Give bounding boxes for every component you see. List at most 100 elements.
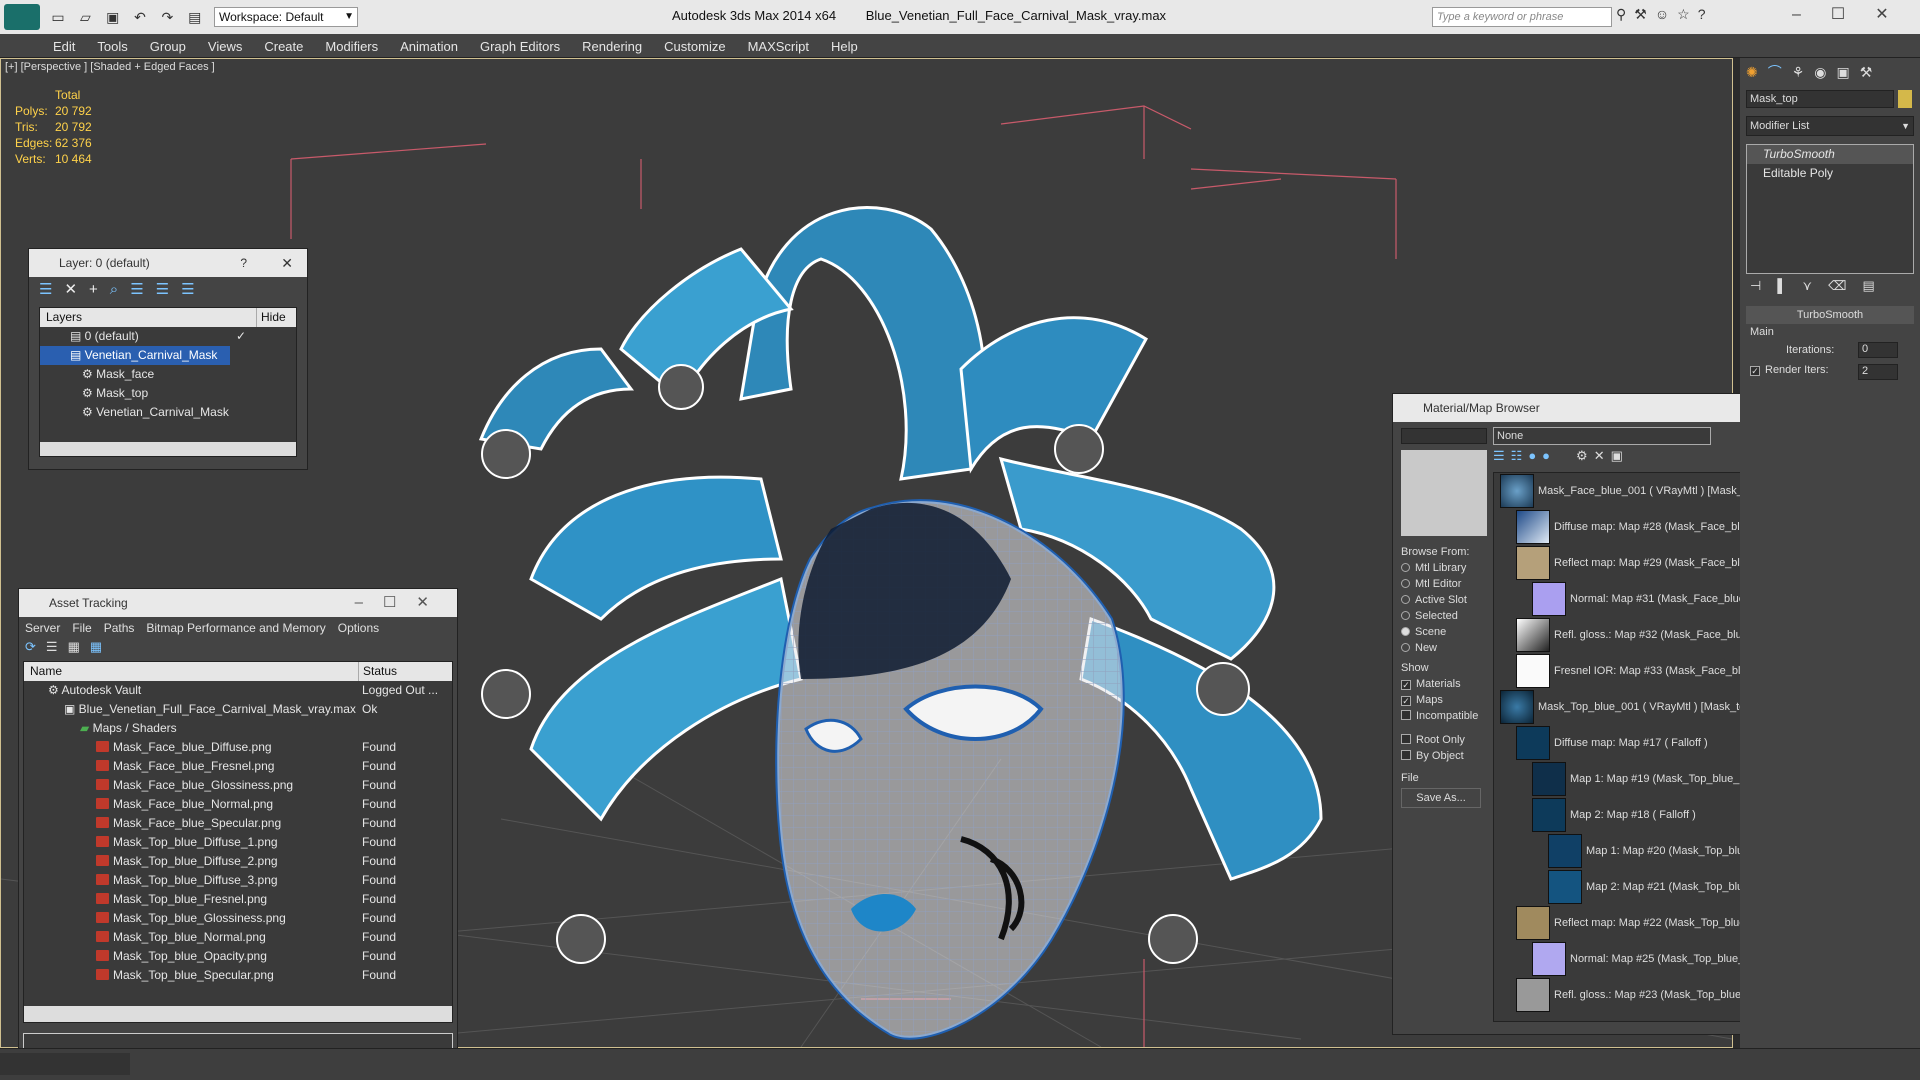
hide-column-header[interactable]: Hide [256,308,286,327]
asset-row[interactable]: Mask_Face_blue_Glossiness.png Found [24,776,452,795]
asset-row[interactable]: ▣ Blue_Venetian_Full_Face_Carnival_Mask_… [24,700,452,719]
asset-row[interactable]: Mask_Top_blue_Diffuse_3.png Found [24,871,452,890]
radio-mtl-editor[interactable]: Mtl Editor [1401,576,1489,592]
update-scene-icon[interactable]: ⚙ [1576,448,1594,463]
menu-server[interactable]: Server [25,621,60,635]
checkbox-materials[interactable]: ✓ Materials [1401,676,1489,692]
checkbox-incompatible[interactable]: Incompatible [1401,708,1489,724]
tools-icon[interactable]: ⚒ [1634,6,1655,22]
menu-tools[interactable]: Tools [86,34,138,59]
undo-icon[interactable]: ↶ [130,7,150,27]
add-selected-icon[interactable]: + [89,281,110,298]
menu-group[interactable]: Group [139,34,197,59]
app-logo[interactable] [4,4,40,30]
modify-tab-icon[interactable]: ⌒ [1768,64,1792,80]
table-view-icon[interactable]: ▦ [68,639,90,654]
select-objects-icon[interactable]: ⌕ [110,281,130,298]
binoculars-icon[interactable]: ⚲ [1616,6,1634,22]
asset-row[interactable]: ⚙ Autodesk Vault Logged Out ... [24,681,452,700]
menu-edit[interactable]: Edit [42,34,86,59]
list-view-icon[interactable]: ☰ [46,639,68,654]
star-icon[interactable]: ☆ [1677,6,1698,22]
save-as-button[interactable]: Save As... [1401,788,1481,808]
create-layer-icon[interactable]: ☰ [39,281,64,298]
minimize-icon[interactable]: – [1792,6,1831,23]
layer-row[interactable]: ▤ 0 (default) ✓ [40,327,296,346]
menu-modifiers[interactable]: Modifiers [314,34,389,59]
layer-manager-window[interactable]: Layer: 0 (default) ? ✕ ☰✕+⌕☰☰☰ Layers Hi… [28,248,308,470]
asset-row[interactable]: Mask_Top_blue_Normal.png Found [24,928,452,947]
layers-column-header[interactable]: Layers [46,310,82,324]
open-file-icon[interactable]: ▱ [75,7,95,27]
menu-rendering[interactable]: Rendering [571,34,653,59]
small-icons-icon[interactable]: ● [1542,448,1556,463]
asset-row[interactable]: Mask_Top_blue_Diffuse_1.png Found [24,833,452,852]
horizontal-scrollbar[interactable] [24,1006,452,1022]
material-search-input[interactable]: None [1493,427,1711,445]
asset-row[interactable]: Mask_Face_blue_Fresnel.png Found [24,757,452,776]
new-file-icon[interactable]: ▭ [48,7,68,27]
tree-view-icon[interactable]: ☷ [1511,448,1529,463]
redo-icon[interactable]: ↷ [157,7,177,27]
asset-tracking-titlebar[interactable]: Asset Tracking –☐✕ [19,589,457,617]
preview-name-field[interactable] [1401,428,1487,444]
create-tab-icon[interactable]: ✺ [1746,64,1768,80]
motion-tab-icon[interactable]: ◉ [1814,64,1836,80]
project-folder-icon[interactable]: ▤ [185,7,205,27]
search-input[interactable]: Type a keyword or phrase [1432,7,1612,27]
asset-tracking-window[interactable]: Asset Tracking –☐✕ Server File Paths Bitmap… [18,588,458,1060]
horizontal-scrollbar[interactable] [40,442,296,456]
radio-new[interactable]: New [1401,640,1489,656]
menu-bitmap-performance[interactable]: Bitmap Performance and Memory [146,621,325,635]
make-unique-icon[interactable]: ⋎ [1803,278,1829,293]
user-icon[interactable]: ☺ [1655,6,1677,22]
modifier-stack-item[interactable]: TurboSmooth [1747,145,1913,164]
utilities-tab-icon[interactable]: ⚒ [1860,64,1883,80]
menu-create[interactable]: Create [253,34,314,59]
close-icon[interactable]: ✕ [416,594,449,611]
show-end-result-icon[interactable]: ▌ [1777,278,1802,293]
layer-window-titlebar[interactable]: Layer: 0 (default) ? ✕ [29,249,307,277]
status-column-header[interactable]: Status [358,662,397,681]
asset-row[interactable]: Mask_Face_blue_Specular.png Found [24,814,452,833]
menu-customize[interactable]: Customize [653,34,736,59]
radio-mtl-library[interactable]: Mtl Library [1401,560,1489,576]
minimize-icon[interactable]: – [355,594,383,611]
close-icon[interactable]: ✕ [1875,6,1918,23]
list-icon[interactable]: ☰ [1493,448,1511,463]
menu-graph-editors[interactable]: Graph Editors [469,34,571,59]
hierarchy-tab-icon[interactable]: ⚘ [1792,64,1815,80]
maximize-icon[interactable]: ☐ [383,594,416,611]
menu-help[interactable]: Help [820,34,869,59]
asset-row[interactable]: ▰ Maps / Shaders [24,719,452,738]
layer-row-selected[interactable]: ▤ Venetian_Carnival_Mask [40,346,230,365]
object-name-field[interactable]: Mask_top [1746,90,1894,108]
asset-row[interactable]: Mask_Face_blue_Normal.png Found [24,795,452,814]
menu-views[interactable]: Views [197,34,253,59]
iterations-spinner[interactable]: 0 [1858,342,1898,358]
render-iters-checkbox[interactable]: ✓ [1750,366,1760,376]
help-icon[interactable]: ? [1698,6,1714,22]
modifier-list-dropdown[interactable]: Modifier List ▼ [1746,116,1914,136]
asset-row[interactable]: Mask_Top_blue_Diffuse_2.png Found [24,852,452,871]
layer-object-row[interactable]: ⚙ Mask_face [40,365,296,384]
workspace-select[interactable]: Workspace: Default ▼ [214,7,358,27]
remove-modifier-icon[interactable]: ⌫ [1828,278,1862,293]
layer-object-row[interactable]: ⚙ Venetian_Carnival_Mask [40,403,296,422]
maxscript-listener[interactable] [0,1053,130,1075]
asset-row[interactable]: Mask_Top_blue_Opacity.png Found [24,947,452,966]
save-icon[interactable]: ▣ [103,7,123,27]
hide-all-icon[interactable]: ☰ [156,281,181,298]
turbosmooth-rollout-header[interactable]: TurboSmooth [1746,306,1914,324]
freeze-all-icon[interactable]: ☰ [181,281,206,298]
menu-options[interactable]: Options [338,621,379,635]
asset-row[interactable]: Mask_Top_blue_Fresnel.png Found [24,890,452,909]
layer-object-row[interactable]: ⚙ Mask_top [40,384,296,403]
asset-row[interactable]: Mask_Top_blue_Specular.png Found [24,966,452,985]
checkbox-root-only[interactable]: Root Only [1401,732,1489,748]
close-icon[interactable]: ✕ [281,249,293,277]
menu-maxscript[interactable]: MAXScript [737,34,820,59]
object-color-swatch[interactable] [1898,90,1912,108]
highlight-layer-icon[interactable]: ☰ [130,281,155,298]
radio-scene[interactable]: Scene [1401,624,1489,640]
